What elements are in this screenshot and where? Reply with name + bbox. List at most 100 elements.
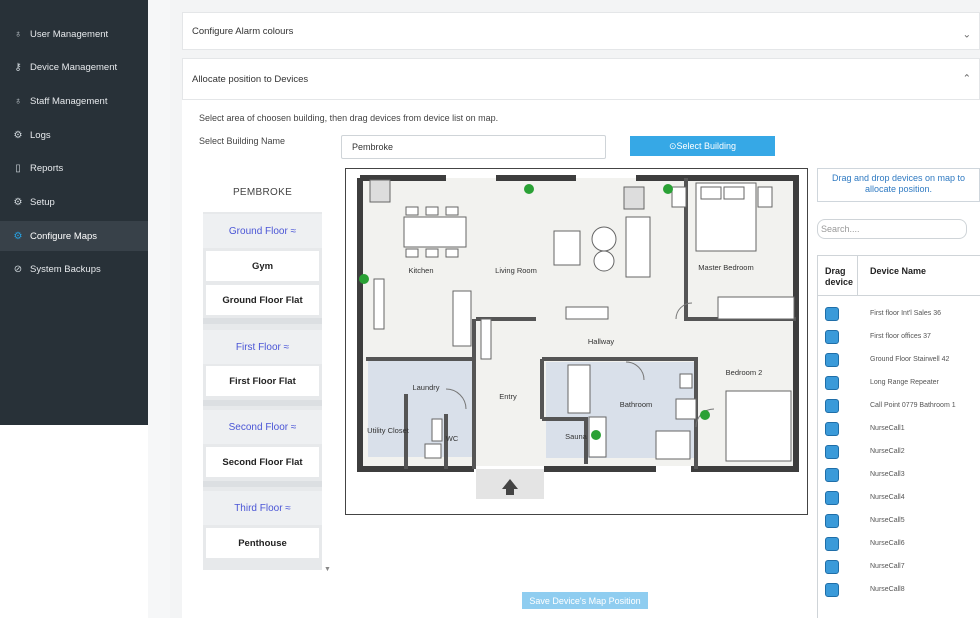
save-map-position-button[interactable]: Save Device's Map Position <box>522 592 648 609</box>
instructions: Select area of choosen building, then dr… <box>199 113 499 123</box>
room-label: Laundry <box>412 383 439 392</box>
device-name: NurseCall3 <box>870 471 905 478</box>
floor-plan-drawing: Kitchen Living Room Master Bedroom Hallw… <box>357 175 799 499</box>
device-name: NurseCall2 <box>870 448 905 455</box>
table-row[interactable]: Call Point 0779 Bathroom 1 <box>818 394 980 417</box>
table-row[interactable]: First floor Int'l Sales 36 <box>818 302 980 325</box>
unit-item[interactable]: Gym <box>206 251 319 281</box>
device-marker[interactable] <box>700 410 710 420</box>
panel-title: Configure Alarm colours <box>192 25 294 37</box>
room-label: Bedroom 2 <box>726 368 763 377</box>
drag-handle-icon[interactable] <box>825 375 839 390</box>
table-row[interactable]: NurseCall1 <box>818 417 980 440</box>
table-row[interactable]: NurseCall8 <box>818 578 980 601</box>
sidebar-item-logs[interactable]: ⚙ Logs <box>0 120 148 150</box>
device-search-input[interactable]: Search.... <box>817 219 967 239</box>
unit-item[interactable]: Ground Floor Flat <box>206 285 319 315</box>
sidebar-item-user-management[interactable]: ♁ User Management <box>0 19 148 49</box>
column-header-drag: Drag device <box>818 256 858 296</box>
chevron-down-icon[interactable]: ⌄ <box>963 29 971 40</box>
table-row[interactable]: NurseCall6 <box>818 532 980 555</box>
drag-handle-icon[interactable] <box>825 513 839 528</box>
chevron-up-icon[interactable]: ⌃ <box>963 74 971 85</box>
room-label: WC <box>446 434 459 443</box>
device-name: NurseCall7 <box>870 563 905 570</box>
device-name: NurseCall5 <box>870 517 905 524</box>
drag-handle-icon[interactable] <box>825 352 839 367</box>
drag-handle-icon[interactable] <box>825 421 839 436</box>
users-icon: ♁ <box>14 95 22 107</box>
backup-icon: ⊘ <box>13 263 23 275</box>
device-name: NurseCall8 <box>870 586 905 593</box>
table-row[interactable]: Long Range Repeater <box>818 371 980 394</box>
sidebar-item-label: Device Management <box>30 61 118 73</box>
sidebar-item-system-backups[interactable]: ⊘ System Backups <box>0 254 148 284</box>
table-row[interactable]: NurseCall5 <box>818 509 980 532</box>
table-row[interactable]: NurseCall4 <box>818 486 980 509</box>
unit-item[interactable]: First Floor Flat <box>206 366 319 396</box>
drag-handle-icon[interactable] <box>825 467 839 482</box>
document-icon: ▯ <box>15 162 21 174</box>
sidebar-item-configure-maps[interactable]: ⚙ Configure Maps <box>0 221 148 251</box>
table-row[interactable]: NurseCall2 <box>818 440 980 463</box>
floor-toggle-second[interactable]: Second Floor ≈ <box>203 410 322 444</box>
drag-handle-icon[interactable] <box>825 536 839 551</box>
unit-item[interactable]: Second Floor Flat <box>206 447 319 477</box>
room-label: Bathroom <box>620 400 653 409</box>
panel-title: Allocate position to Devices <box>192 73 309 85</box>
table-row[interactable]: First floor offices 37 <box>818 325 980 348</box>
floor-plan-map[interactable]: Kitchen Living Room Master Bedroom Hallw… <box>345 168 808 515</box>
drag-handle-icon[interactable] <box>825 582 839 597</box>
room-label: Sauna <box>565 432 588 441</box>
device-name: Call Point 0779 Bathroom 1 <box>870 402 956 409</box>
sidebar-item-label: User Management <box>30 28 109 40</box>
drag-handle-icon[interactable] <box>825 490 839 505</box>
settings-icon: ⚙ <box>13 129 23 141</box>
drag-handle-icon[interactable] <box>825 329 839 344</box>
panel-alarm-colours[interactable]: Configure Alarm colours ⌄ <box>182 12 980 50</box>
device-table: Drag device Device Name First floor Int'… <box>817 255 980 618</box>
sidebar-item-label: Staff Management <box>30 95 108 107</box>
sidebar-item-label: System Backups <box>30 263 101 275</box>
sidebar-item-reports[interactable]: ▯ Reports <box>0 153 148 183</box>
select-building-button[interactable]: ⊙Select Building <box>630 136 775 156</box>
drag-handle-icon[interactable] <box>825 306 839 321</box>
drag-handle-icon[interactable] <box>825 444 839 459</box>
device-name: Ground Floor Stairwell 42 <box>870 356 950 363</box>
device-name: First floor offices 37 <box>870 333 931 340</box>
building-name-input[interactable]: Pembroke <box>341 135 606 159</box>
building-title: PEMBROKE <box>203 172 322 212</box>
sidebar-item-label: Configure Maps <box>30 230 98 242</box>
room-label: Hallway <box>588 337 615 346</box>
drag-handle-icon[interactable] <box>825 398 839 413</box>
user-icon: ♁ <box>14 28 22 40</box>
room-label: Kitchen <box>408 266 433 275</box>
sidebar-item-label: Logs <box>30 129 51 141</box>
gear-icon: ⚙ <box>13 230 23 242</box>
room-label: Living Room <box>495 266 537 275</box>
unit-item[interactable]: Penthouse <box>206 528 319 558</box>
device-name: NurseCall4 <box>870 494 905 501</box>
device-marker[interactable] <box>663 184 673 194</box>
table-row[interactable]: NurseCall7 <box>818 555 980 578</box>
panel-allocate-position[interactable]: Allocate position to Devices ⌃ <box>182 58 980 100</box>
drag-handle-icon[interactable] <box>825 559 839 574</box>
device-name: First floor Int'l Sales 36 <box>870 310 941 317</box>
sidebar-item-setup[interactable]: ⚙ Setup <box>0 187 148 217</box>
table-row[interactable]: Ground Floor Stairwell 42 <box>818 348 980 371</box>
table-row[interactable]: NurseCall3 <box>818 463 980 486</box>
sidebar-item-staff-management[interactable]: ♁ Staff Management <box>0 86 148 116</box>
scroll-down-icon[interactable]: ▼ <box>324 566 331 573</box>
floor-toggle-ground[interactable]: Ground Floor ≈ <box>203 214 322 248</box>
sidebar-item-device-management[interactable]: ⚷ Device Management <box>0 52 148 82</box>
device-name: NurseCall6 <box>870 540 905 547</box>
device-marker[interactable] <box>359 274 369 284</box>
room-label: Entry <box>499 392 517 401</box>
sidebar: ♁ User Management ⚷ Device Management ♁ … <box>0 0 148 425</box>
device-marker[interactable] <box>591 430 601 440</box>
floor-toggle-first[interactable]: First Floor ≈ <box>203 330 322 364</box>
floor-toggle-third[interactable]: Third Floor ≈ <box>203 491 322 525</box>
device-marker[interactable] <box>524 184 534 194</box>
gear-icon: ⚙ <box>13 196 23 208</box>
drag-drop-hint: Drag and drop devices on map to allocate… <box>817 168 980 202</box>
